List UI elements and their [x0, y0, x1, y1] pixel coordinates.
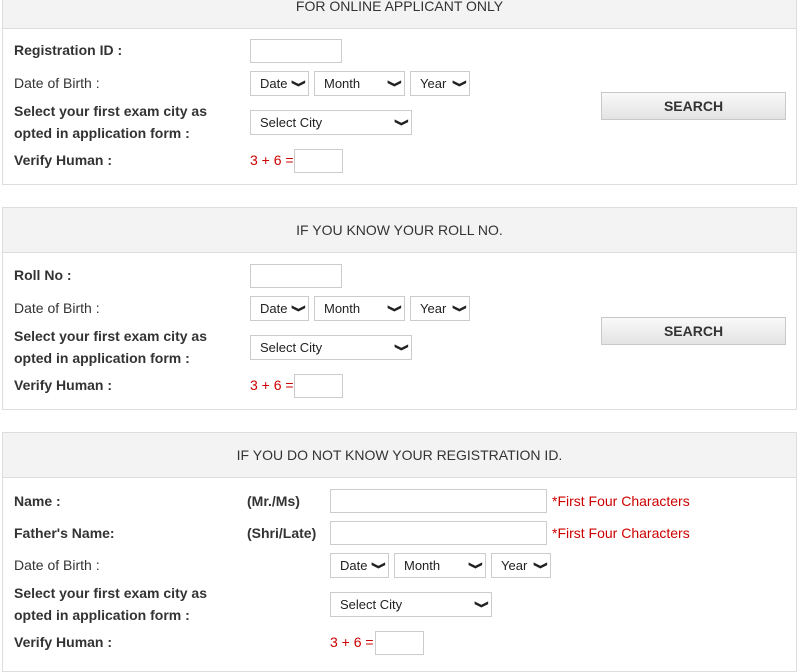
exam-city-label: Select your first exam city as opted in … — [14, 582, 207, 626]
name-hint: *First Four Characters — [552, 493, 690, 509]
captcha-input[interactable] — [294, 374, 343, 398]
registration-id-input[interactable] — [250, 39, 342, 63]
date-select[interactable]: Date ❯ — [250, 71, 309, 96]
captcha-question: 3 + 6 = — [250, 377, 294, 393]
father-name-hint: *First Four Characters — [552, 525, 690, 541]
chevron-down-icon: ❯ — [473, 600, 488, 609]
year-select-value: Year — [501, 558, 528, 573]
verify-human-label: Verify Human : — [14, 152, 113, 168]
chevron-down-icon: ❯ — [386, 79, 401, 88]
captcha-input[interactable] — [294, 149, 343, 173]
exam-city-label: Select your first exam city as opted in … — [14, 325, 207, 369]
chevron-down-icon: ❯ — [532, 561, 547, 570]
chevron-down-icon: ❯ — [386, 304, 401, 313]
chevron-down-icon: ❯ — [393, 118, 408, 127]
exam-city-label-line2: opted in application form : — [14, 607, 190, 623]
year-select[interactable]: Year ❯ — [410, 71, 470, 96]
chevron-down-icon: ❯ — [467, 561, 482, 570]
month-select-value: Month — [324, 76, 361, 91]
father-name-input[interactable] — [330, 521, 547, 545]
dob-label: Date of Birth : — [14, 557, 100, 573]
chevron-down-icon: ❯ — [451, 79, 466, 88]
father-prefix: (Shri/Late) — [247, 525, 317, 541]
panel-heading: IF YOU KNOW YOUR ROLL NO. — [3, 208, 796, 253]
dob-label: Date of Birth : — [14, 75, 100, 91]
father-name-label: Father's Name: — [14, 525, 115, 541]
dob-label: Date of Birth : — [14, 300, 100, 316]
chevron-down-icon: ❯ — [370, 561, 385, 570]
verify-human-label: Verify Human : — [14, 377, 113, 393]
month-select[interactable]: Month ❯ — [314, 296, 405, 321]
panel-heading: IF YOU DO NOT KNOW YOUR REGISTRATION ID. — [3, 433, 796, 478]
city-select-value: Select City — [260, 340, 323, 355]
month-select[interactable]: Month ❯ — [394, 553, 486, 578]
month-select-value: Month — [404, 558, 441, 573]
year-select[interactable]: Year ❯ — [491, 553, 551, 578]
exam-city-label-line1: Select your first exam city as — [14, 103, 207, 119]
verify-human-label: Verify Human : — [14, 634, 113, 650]
chevron-down-icon: ❯ — [451, 304, 466, 313]
captcha-question: 3 + 6 = — [330, 634, 374, 650]
city-select[interactable]: Select City ❯ — [250, 335, 412, 360]
exam-city-label-line1: Select your first exam city as — [14, 585, 207, 601]
exam-city-label: Select your first exam city as opted in … — [14, 100, 207, 144]
chevron-down-icon: ❯ — [290, 79, 305, 88]
roll-no-label: Roll No : — [14, 267, 72, 283]
city-select[interactable]: Select City ❯ — [330, 592, 492, 617]
year-select-value: Year — [420, 76, 447, 91]
month-select[interactable]: Month ❯ — [314, 71, 405, 96]
captcha-input[interactable] — [375, 631, 424, 655]
name-prefix: (Mr./Ms) — [247, 493, 300, 509]
chevron-down-icon: ❯ — [393, 343, 408, 352]
date-select[interactable]: Date ❯ — [250, 296, 309, 321]
city-select-value: Select City — [260, 115, 323, 130]
city-select[interactable]: Select City ❯ — [250, 110, 412, 135]
exam-city-label-line1: Select your first exam city as — [14, 328, 207, 344]
exam-city-label-line2: opted in application form : — [14, 350, 190, 366]
city-select-value: Select City — [340, 597, 403, 612]
roll-no-input[interactable] — [250, 264, 342, 288]
exam-city-label-line2: opted in application form : — [14, 125, 190, 141]
name-label: Name : — [14, 493, 61, 509]
captcha-question: 3 + 6 = — [250, 152, 294, 168]
chevron-down-icon: ❯ — [290, 304, 305, 313]
search-button[interactable]: SEARCH — [601, 92, 786, 120]
date-select[interactable]: Date ❯ — [330, 553, 389, 578]
registration-id-label: Registration ID : — [14, 42, 123, 58]
name-input[interactable] — [330, 489, 547, 513]
year-select[interactable]: Year ❯ — [410, 296, 470, 321]
month-select-value: Month — [324, 301, 361, 316]
year-select-value: Year — [420, 301, 447, 316]
panel-heading: FOR ONLINE APPLICANT ONLY — [3, 0, 796, 29]
search-button[interactable]: SEARCH — [601, 317, 786, 345]
